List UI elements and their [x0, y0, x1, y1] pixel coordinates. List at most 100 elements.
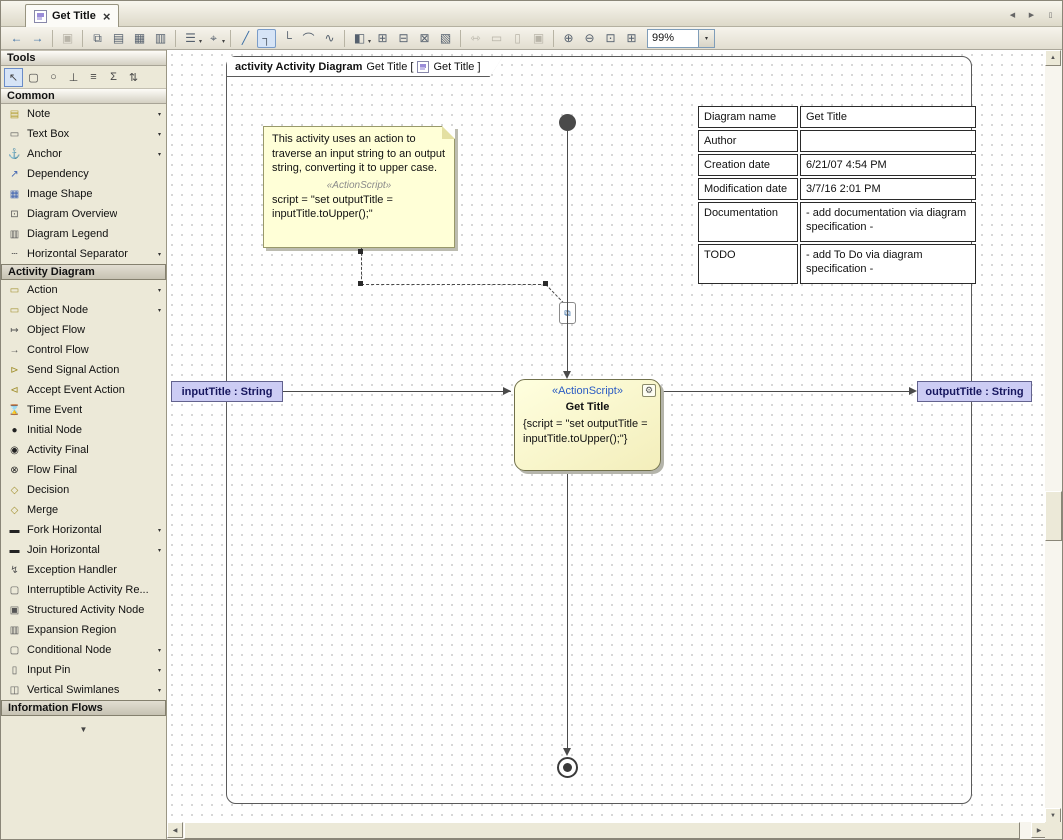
sidebar-item-dependency[interactable]: ↗ Dependency [1, 164, 166, 184]
action-get-title[interactable]: ⚙ «ActionScript» Get Title {script = "se… [514, 379, 661, 471]
dropdown-arrow-icon[interactable]: ▾ [158, 111, 161, 118]
sidebar-item-fork-horizontal[interactable]: ▬ Fork Horizontal ▾ [1, 520, 166, 540]
close-icon[interactable]: × [103, 10, 111, 23]
tab-scroll-left-button[interactable]: ◀ [1005, 7, 1020, 22]
magnet-tool-icon[interactable]: ⊥ [64, 68, 83, 87]
sidebar-item-flow-final[interactable]: ⊗ Flow Final [1, 460, 166, 480]
back-button[interactable]: ← [7, 29, 26, 48]
select-related-button[interactable]: ▣ [58, 29, 77, 48]
oval-select-tool-icon[interactable]: ○ [44, 68, 63, 87]
dropdown-arrow-icon[interactable]: ▾ [199, 38, 202, 45]
forward-button[interactable]: → [28, 29, 47, 48]
sidebar-item-accept-event-action[interactable]: ⊲ Accept Event Action [1, 380, 166, 400]
sidebar-item-diagram-overview[interactable]: ⊡ Diagram Overview [1, 204, 166, 224]
path-curve-button[interactable]: ⌒ [299, 29, 318, 48]
insert-shape-button[interactable]: ⊞ [373, 29, 392, 48]
sidebar-item-time-event[interactable]: ⌛ Time Event [1, 400, 166, 420]
insert-port-button[interactable]: ⊟ [394, 29, 413, 48]
layers-button[interactable]: ▥ [151, 29, 170, 48]
sidebar-expand-button[interactable]: ▼ [1, 720, 166, 738]
zoom-out-button[interactable]: ⊖ [580, 29, 599, 48]
dropdown-arrow-icon[interactable]: ▾ [158, 287, 161, 294]
dropdown-arrow-icon[interactable]: ▾ [158, 527, 161, 534]
publish-button[interactable]: ▧ [436, 29, 455, 48]
object-flow-input[interactable] [283, 391, 511, 392]
sidebar-item-image-shape[interactable]: ▦ Image Shape [1, 184, 166, 204]
sidebar-item-control-flow[interactable]: → Control Flow [1, 340, 166, 360]
control-flow-initial-to-action[interactable] [567, 131, 568, 372]
tab-get-title[interactable]: Get Title × [25, 4, 119, 27]
align-tool-icon[interactable]: ≡ [84, 68, 103, 87]
horizontal-scroll-thumb[interactable] [184, 822, 1020, 839]
chevron-down-icon[interactable]: ▾ [699, 29, 715, 48]
object-flow-output[interactable] [661, 391, 909, 392]
dropdown-arrow-icon[interactable]: ▾ [158, 151, 161, 158]
section-header-tools[interactable]: Tools [1, 50, 166, 66]
sidebar-item-note[interactable]: ▤ Note ▾ [1, 104, 166, 124]
dropdown-arrow-icon[interactable]: ▾ [158, 547, 161, 554]
delete-button[interactable]: ▦ [130, 29, 149, 48]
initial-node[interactable] [559, 114, 576, 131]
dropdown-arrow-icon[interactable]: ▾ [368, 38, 371, 45]
align-button[interactable]: ☰ [181, 29, 200, 48]
dropdown-arrow-icon[interactable]: ▾ [158, 251, 161, 258]
path-bent-button[interactable]: └ [278, 29, 297, 48]
dropdown-arrow-icon[interactable]: ▾ [158, 667, 161, 674]
section-header-common[interactable]: Common [1, 88, 166, 104]
dropdown-arrow-icon[interactable]: ▾ [158, 647, 161, 654]
dropdown-arrow-icon[interactable]: ▾ [158, 307, 161, 314]
sidebar-item-decision[interactable]: ◇ Decision [1, 480, 166, 500]
sidebar-item-object-flow[interactable]: ↦ Object Flow [1, 320, 166, 340]
sidebar-item-exception-handler[interactable]: ↯ Exception Handler [1, 560, 166, 580]
sidebar-item-conditional-node[interactable]: ▢ Conditional Node ▾ [1, 640, 166, 660]
note-shape[interactable]: This activity uses an action to traverse… [263, 126, 455, 248]
zoom-region-button[interactable]: ⊡ [601, 29, 620, 48]
dropdown-arrow-icon[interactable]: ▾ [158, 131, 161, 138]
activity-final-node[interactable] [557, 757, 578, 778]
paste-button[interactable]: ▤ [109, 29, 128, 48]
sidebar-item-action[interactable]: ▭ Action ▾ [1, 280, 166, 300]
sidebar-item-interruptible-activity-region[interactable]: ▢ Interruptible Activity Re... [1, 580, 166, 600]
sidebar-item-expansion-region[interactable]: ▥ Expansion Region [1, 620, 166, 640]
same-height-button[interactable]: ▯ [508, 29, 527, 48]
tab-scroll-right-button[interactable]: ▶ [1024, 7, 1039, 22]
anchor-line-horizontal[interactable] [361, 284, 546, 285]
diagram-info-table[interactable]: Diagram name Get Title Author Creation d… [698, 106, 976, 284]
section-header-information-flows[interactable]: Information Flows [1, 700, 166, 716]
sidebar-item-diagram-legend[interactable]: ▥ Diagram Legend [1, 224, 166, 244]
zoom-level-combo[interactable]: 99% ▾ [647, 29, 715, 48]
sidebar-item-merge[interactable]: ◇ Merge [1, 500, 166, 520]
style-button[interactable]: ◧ [350, 29, 369, 48]
sidebar-item-input-pin[interactable]: ▯ Input Pin ▾ [1, 660, 166, 680]
zoom-fit-button[interactable]: ⊞ [622, 29, 641, 48]
path-zigzag-button[interactable]: ∿ [320, 29, 339, 48]
control-flow-action-to-final[interactable] [567, 471, 568, 748]
sidebar-item-structured-activity-node[interactable]: ▣ Structured Activity Node [1, 600, 166, 620]
same-width-button[interactable]: ▭ [487, 29, 506, 48]
sidebar-item-initial-node[interactable]: ● Initial Node [1, 420, 166, 440]
sidebar-item-activity-final[interactable]: ◉ Activity Final [1, 440, 166, 460]
scroll-left-button[interactable]: ◀ [167, 822, 183, 838]
zoom-in-button[interactable]: ⊕ [559, 29, 578, 48]
dropdown-arrow-icon[interactable]: ▾ [222, 38, 225, 45]
reorder-tool-icon[interactable]: ⇅ [124, 68, 143, 87]
vertical-scroll-thumb[interactable] [1045, 491, 1062, 541]
horizontal-scrollbar[interactable]: ◀ ▶ [167, 822, 1047, 839]
dropdown-arrow-icon[interactable]: ▾ [158, 687, 161, 694]
section-header-activity-diagram[interactable]: Activity Diagram [1, 264, 166, 280]
aggregate-tool-icon[interactable]: Σ [104, 68, 123, 87]
vertical-scrollbar[interactable]: ▲ ▼ [1045, 50, 1062, 824]
same-both-button[interactable]: ▣ [529, 29, 548, 48]
scroll-up-button[interactable]: ▲ [1045, 50, 1061, 66]
rect-select-tool-icon[interactable]: ▢ [24, 68, 43, 87]
sidebar-item-text-box[interactable]: ▭ Text Box ▾ [1, 124, 166, 144]
sidebar-item-horizontal-separator[interactable]: ┄ Horizontal Separator ▾ [1, 244, 166, 264]
same-size-button[interactable]: ⇿ [466, 29, 485, 48]
sidebar-item-anchor[interactable]: ⚓ Anchor ▾ [1, 144, 166, 164]
sidebar-item-send-signal-action[interactable]: ⊳ Send Signal Action [1, 360, 166, 380]
tab-maximize-button[interactable]: ▯ [1043, 7, 1058, 22]
magnet-button[interactable]: ⌖ [204, 29, 223, 48]
zoom-level-value[interactable]: 99% [647, 29, 699, 48]
input-parameter-node[interactable]: inputTitle : String [171, 381, 283, 402]
path-rectilinear-button[interactable]: ┐ [257, 29, 276, 48]
